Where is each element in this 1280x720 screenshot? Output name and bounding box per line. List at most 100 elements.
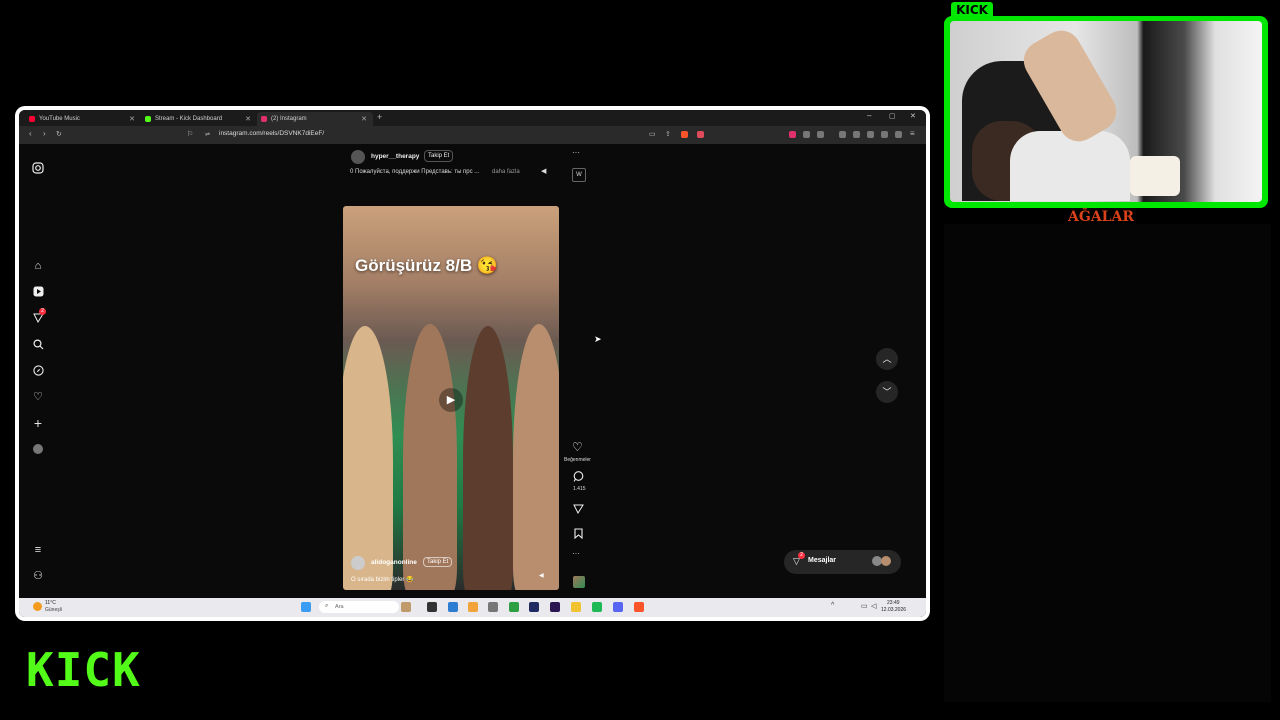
chat-panel xyxy=(944,224,1271,702)
prev-post-follow-button[interactable]: Takip Et xyxy=(424,150,454,162)
app-icon[interactable] xyxy=(488,602,498,612)
share-reel-icon[interactable] xyxy=(573,501,584,519)
brave-shield-icon[interactable] xyxy=(681,131,688,138)
extension-icon[interactable] xyxy=(789,131,796,138)
prev-post-username[interactable]: hyper__therapy xyxy=(371,153,419,160)
reel-video[interactable]: Görüşürüz 8/B 😘 ▶ alidoganonline Takip E… xyxy=(343,206,559,590)
site-settings-icon[interactable]: ⇌ xyxy=(205,131,210,138)
maximize-button[interactable]: ▢ xyxy=(889,112,896,120)
tray-chevron-icon[interactable]: ^ xyxy=(831,602,834,609)
save-icon[interactable] xyxy=(574,526,583,544)
bookmark-icon[interactable]: ⚐ xyxy=(187,130,193,138)
reel-follow-button[interactable]: Takip Et xyxy=(423,557,453,567)
cat xyxy=(1130,156,1180,196)
browser-window: YouTube Music ✕ Stream - Kick Dashboard … xyxy=(15,106,930,621)
screenshot-icon[interactable] xyxy=(817,131,824,138)
widgets-icon[interactable] xyxy=(401,602,411,612)
tab-label: Stream - Kick Dashboard xyxy=(155,116,223,122)
threads-icon[interactable]: ⚇ xyxy=(32,570,44,582)
network-icon[interactable]: ▭ xyxy=(861,602,868,610)
close-tab-icon[interactable]: ✕ xyxy=(245,115,251,123)
windows-taskbar: 11°C Güneşli ⌕ Ara ^ ▭ ◁ 23:49 12.03.202… xyxy=(19,598,926,617)
brave-rewards-icon[interactable] xyxy=(697,131,704,138)
close-tab-icon[interactable]: ✕ xyxy=(129,115,135,123)
create-icon[interactable]: + xyxy=(32,416,44,430)
brave-icon[interactable] xyxy=(634,602,644,612)
url-input[interactable]: instagram.com/reels/DSVNK7diEeF/ xyxy=(219,130,324,137)
previous-reel-button[interactable]: ︿ xyxy=(876,348,898,370)
sidebar-toggle-icon[interactable] xyxy=(853,131,860,138)
instagram-logo-icon[interactable] xyxy=(32,162,44,174)
tab-label: (2) Instagram xyxy=(271,116,307,122)
new-tab-button[interactable]: + xyxy=(377,112,382,122)
more-options-icon[interactable]: ··· xyxy=(572,549,580,558)
profile-avatar[interactable] xyxy=(32,444,44,456)
music-icon[interactable] xyxy=(839,131,846,138)
audio-track-thumbnail[interactable] xyxy=(573,576,585,588)
xbox-icon[interactable] xyxy=(509,602,519,612)
edge-icon[interactable] xyxy=(448,602,458,612)
task-view-icon[interactable] xyxy=(427,602,437,612)
volume-tray-icon[interactable]: ◁ xyxy=(871,602,876,610)
kick-icon xyxy=(145,116,151,122)
photoshop-icon[interactable] xyxy=(529,602,539,612)
cam-caption: AĞALAR xyxy=(1068,209,1135,225)
reel-caption: O sırada bizim tipler 😂 xyxy=(351,577,414,583)
browser-content: YouTube Music ✕ Stream - Kick Dashboard … xyxy=(19,110,926,617)
taskbar-search[interactable]: ⌕ Ara xyxy=(319,601,399,613)
messages-button[interactable]: ▽ 2 Mesajlar xyxy=(784,550,901,574)
forward-icon[interactable]: › xyxy=(43,129,46,138)
reels-icon[interactable] xyxy=(32,286,44,298)
explore-icon[interactable] xyxy=(32,365,44,377)
reel-author-username[interactable]: alidoganonline xyxy=(371,559,417,566)
tab-instagram[interactable]: (2) Instagram ✕ xyxy=(257,112,373,126)
notification-badge: 2 xyxy=(39,308,46,315)
close-window-button[interactable]: ✕ xyxy=(910,112,916,120)
tab-kick-dashboard[interactable]: Stream - Kick Dashboard ✕ xyxy=(141,112,257,126)
tab-youtube-music[interactable]: YouTube Music ✕ xyxy=(25,112,141,126)
weather-temp: 11°C xyxy=(45,600,56,606)
discord-icon[interactable] xyxy=(613,602,623,612)
close-tab-icon[interactable]: ✕ xyxy=(361,115,367,123)
leo-ai-icon[interactable] xyxy=(881,131,888,138)
kick-logo-large: KICK xyxy=(26,643,141,697)
person-figure xyxy=(513,324,559,590)
prev-more-options-icon[interactable]: ··· xyxy=(572,148,580,157)
reload-icon[interactable]: ↻ xyxy=(56,130,62,138)
wallet-icon[interactable] xyxy=(867,131,874,138)
reel-author-avatar[interactable] xyxy=(351,556,365,570)
message-avatar xyxy=(881,556,891,566)
home-icon[interactable]: ⌂ xyxy=(32,260,44,272)
menu-icon[interactable]: ≡ xyxy=(910,129,915,138)
windows-start-icon[interactable] xyxy=(301,602,311,612)
likes-label: Beğenmeler xyxy=(564,457,591,463)
premiere-icon[interactable] xyxy=(550,602,560,612)
like-icon[interactable]: ♡ xyxy=(572,440,583,454)
mute-icon[interactable]: ◀︎ xyxy=(539,572,544,579)
puzzle-icon[interactable] xyxy=(803,131,810,138)
person-figure xyxy=(463,326,513,590)
next-reel-button[interactable]: ﹀ xyxy=(876,381,898,403)
search-icon[interactable] xyxy=(32,339,44,351)
comment-icon[interactable] xyxy=(573,469,584,487)
weather-icon[interactable] xyxy=(33,602,42,611)
cast-icon[interactable]: ▭ xyxy=(649,130,656,138)
audio-thumbnail[interactable]: W xyxy=(572,168,586,182)
back-icon[interactable]: ‹ xyxy=(29,129,32,138)
instagram-icon xyxy=(261,116,267,122)
spotify-icon[interactable] xyxy=(592,602,602,612)
weather-desc: Güneşli xyxy=(45,607,62,613)
send-icon[interactable]: 2 xyxy=(32,308,46,324)
vpn-icon[interactable] xyxy=(895,131,902,138)
minimize-button[interactable]: – xyxy=(867,111,871,120)
prev-post-more-link[interactable]: daha fazla xyxy=(492,169,520,175)
app-icon[interactable] xyxy=(468,602,478,612)
file-explorer-icon[interactable] xyxy=(571,602,581,612)
prev-post-avatar[interactable] xyxy=(351,150,365,164)
share-icon[interactable]: ⇪ xyxy=(665,130,671,138)
play-button-icon[interactable]: ▶ xyxy=(439,388,463,412)
more-menu-icon[interactable]: ≡ xyxy=(32,544,44,556)
person-figure xyxy=(343,326,393,590)
volume-icon[interactable]: ◀︎ xyxy=(541,167,546,175)
heart-icon[interactable]: ♡ xyxy=(32,391,44,403)
